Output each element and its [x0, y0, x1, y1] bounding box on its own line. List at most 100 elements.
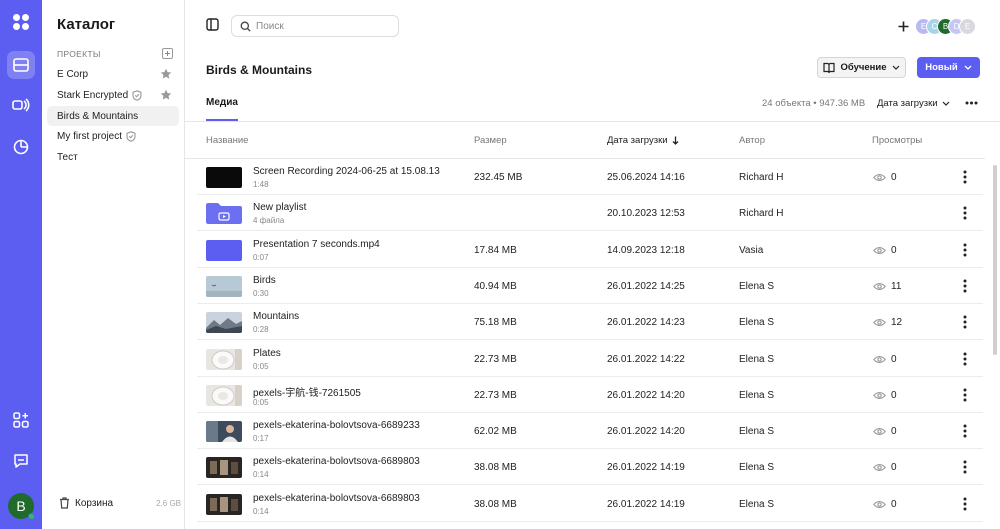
row-more-icon[interactable] — [959, 314, 971, 330]
media-size: 38.08 MB — [474, 462, 517, 474]
trash-size: 2.6 GB — [156, 498, 181, 508]
media-thumbnail[interactable] — [206, 203, 242, 225]
media-name[interactable]: pexels-ekaterina-bolovtsova-6689803 — [253, 493, 420, 504]
table-row[interactable]: Mountains 0:28 75.18 MB 26.01.2022 14:23 Ele… — [197, 304, 983, 341]
app-rail: B — [0, 0, 42, 529]
media-date: 26.01.2022 14:20 — [607, 426, 685, 438]
media-date: 14.09.2023 12:18 — [607, 244, 685, 256]
analytics-icon[interactable] — [7, 133, 35, 161]
media-thumbnail[interactable] — [206, 457, 242, 479]
media-name[interactable]: pexels-ekaterina-bolovtsova-6689233 — [253, 420, 420, 431]
media-thumbnail[interactable] — [206, 493, 242, 515]
media-date: 26.01.2022 14:23 — [607, 317, 685, 329]
sort-dropdown[interactable]: Дата загрузки — [877, 98, 950, 109]
media-date: 20.10.2023 12:53 — [607, 208, 685, 220]
column-header-size[interactable]: Размер — [474, 135, 507, 146]
media-date: 26.01.2022 14:25 — [607, 280, 685, 292]
table-row[interactable]: pexels-宇航-钱-7261505 0:05 22.73 MB 26.01.202… — [197, 377, 983, 413]
media-thumbnail[interactable] — [206, 275, 242, 297]
media-name[interactable]: Screen Recording 2024-06-25 at 15.08.13 — [253, 166, 440, 177]
trash-link[interactable]: Корзина 2.6 GB — [59, 497, 181, 509]
media-name[interactable]: Plates — [253, 348, 281, 359]
arrow-down-icon — [672, 136, 678, 145]
column-header-author[interactable]: Автор — [739, 135, 765, 146]
media-thumbnail[interactable] — [206, 348, 242, 370]
row-more-icon[interactable] — [959, 496, 971, 512]
sidebar-item-stark-encrypted[interactable]: Stark Encrypted — [47, 85, 179, 105]
row-more-icon[interactable] — [959, 278, 971, 294]
sidebar-item-my-first-project[interactable]: My first project — [47, 126, 179, 146]
star-icon[interactable] — [160, 68, 172, 80]
eye-icon — [873, 428, 886, 436]
tab-media[interactable]: Медиа — [206, 97, 238, 108]
media-duration: 0:14 — [253, 470, 269, 480]
user-avatar[interactable]: B — [8, 493, 35, 520]
sidebar-item-e-corp[interactable]: E Corp — [47, 64, 179, 84]
table-row[interactable]: pexels-ekaterina-bolovtsova-6689803 0:14 3… — [197, 449, 983, 486]
column-header-date-label: Дата загрузки — [607, 135, 668, 146]
table-row[interactable]: Birds 0:30 40.94 MB 26.01.2022 14:25 Elena S… — [197, 268, 983, 304]
new-button[interactable]: Новый — [917, 57, 980, 78]
broadcast-icon[interactable] — [7, 91, 35, 119]
add-collaborator-icon[interactable] — [894, 17, 912, 35]
media-author: Elena S — [739, 280, 775, 292]
chevron-down-icon — [942, 101, 949, 106]
sidebar-item-label: Birds & Mountains — [57, 110, 139, 122]
media-name[interactable]: New playlist — [253, 202, 306, 213]
scrollbar[interactable] — [993, 165, 997, 355]
table-row[interactable]: Plates 0:05 22.73 MB 26.01.2022 14:22 Elena … — [197, 341, 983, 377]
avatar-letter: B — [16, 498, 26, 514]
integrations-icon[interactable] — [7, 406, 35, 434]
collaborators: E C B D E — [894, 17, 976, 35]
add-project-icon[interactable] — [162, 48, 173, 59]
media-views: 0 — [873, 390, 897, 401]
media-thumbnail[interactable] — [206, 167, 242, 188]
sidebar-item-label: Тест — [57, 151, 78, 163]
table-row[interactable]: pexels-ekaterina-bolovtsova-6689803 0:14 3… — [197, 486, 983, 522]
media-thumbnail[interactable] — [206, 239, 242, 261]
star-icon[interactable] — [160, 89, 172, 101]
search-box[interactable] — [231, 15, 399, 37]
media-author: Elena S — [739, 389, 775, 401]
media-thumbnail[interactable] — [206, 312, 242, 334]
media-duration: 0:30 — [253, 288, 269, 298]
row-more-icon[interactable] — [959, 423, 971, 439]
table-row[interactable]: Screen Recording 2024-06-25 at 15.08.13 1… — [197, 159, 983, 195]
catalog-icon[interactable] — [7, 51, 35, 79]
eye-icon — [873, 319, 886, 327]
table-row[interactable]: pexels-ekaterina-bolovtsova-6689233 0:17 6… — [197, 413, 983, 450]
media-name[interactable]: Birds — [253, 275, 276, 286]
views-count: 12 — [891, 317, 903, 329]
media-name[interactable]: Presentation 7 seconds.mp4 — [253, 239, 380, 250]
sidebar-item-birds-mountains[interactable]: Birds & Mountains — [47, 106, 179, 126]
row-more-icon[interactable] — [959, 351, 971, 367]
chat-icon[interactable] — [7, 447, 35, 475]
media-name[interactable]: Mountains — [253, 311, 299, 322]
search-input[interactable] — [256, 20, 386, 32]
media-name[interactable]: pexels-ekaterina-bolovtsova-6689803 — [253, 456, 420, 467]
views-count: 0 — [891, 353, 897, 365]
collaborator-avatar[interactable]: E — [959, 17, 976, 35]
row-more-icon[interactable] — [959, 169, 971, 185]
media-author: Vasia — [739, 244, 764, 256]
logo-icon[interactable] — [7, 8, 35, 36]
sidebar-item-test[interactable]: Тест — [47, 147, 179, 167]
table-header: Название Размер Дата загрузки Автор Прос… — [185, 122, 985, 159]
column-header-date[interactable]: Дата загрузки — [607, 135, 679, 146]
table-row[interactable]: Presentation 7 seconds.mp4 0:07 17.84 MB 14… — [197, 232, 983, 268]
more-horizontal-icon[interactable] — [965, 101, 978, 105]
media-thumbnail[interactable] — [206, 421, 242, 443]
media-name[interactable]: pexels-宇航-钱-7261505 — [253, 384, 361, 399]
row-more-icon[interactable] — [959, 205, 971, 221]
media-thumbnail[interactable] — [206, 384, 242, 406]
column-header-views[interactable]: Просмотры — [872, 135, 922, 146]
row-more-icon[interactable] — [959, 387, 971, 403]
row-more-icon[interactable] — [959, 242, 971, 258]
column-header-name[interactable]: Название — [206, 135, 248, 146]
catalog-sidebar: Каталог ПРОЕКТЫ E Corp Stark Encrypted B… — [42, 0, 185, 529]
sidebar-toggle-icon[interactable] — [206, 18, 219, 31]
learn-button[interactable]: Обучение — [817, 57, 906, 78]
media-size: 17.84 MB — [474, 244, 517, 256]
row-more-icon[interactable] — [959, 459, 971, 475]
table-row[interactable]: New playlist 4 файла 20.10.2023 12:53 Richa… — [197, 195, 983, 232]
